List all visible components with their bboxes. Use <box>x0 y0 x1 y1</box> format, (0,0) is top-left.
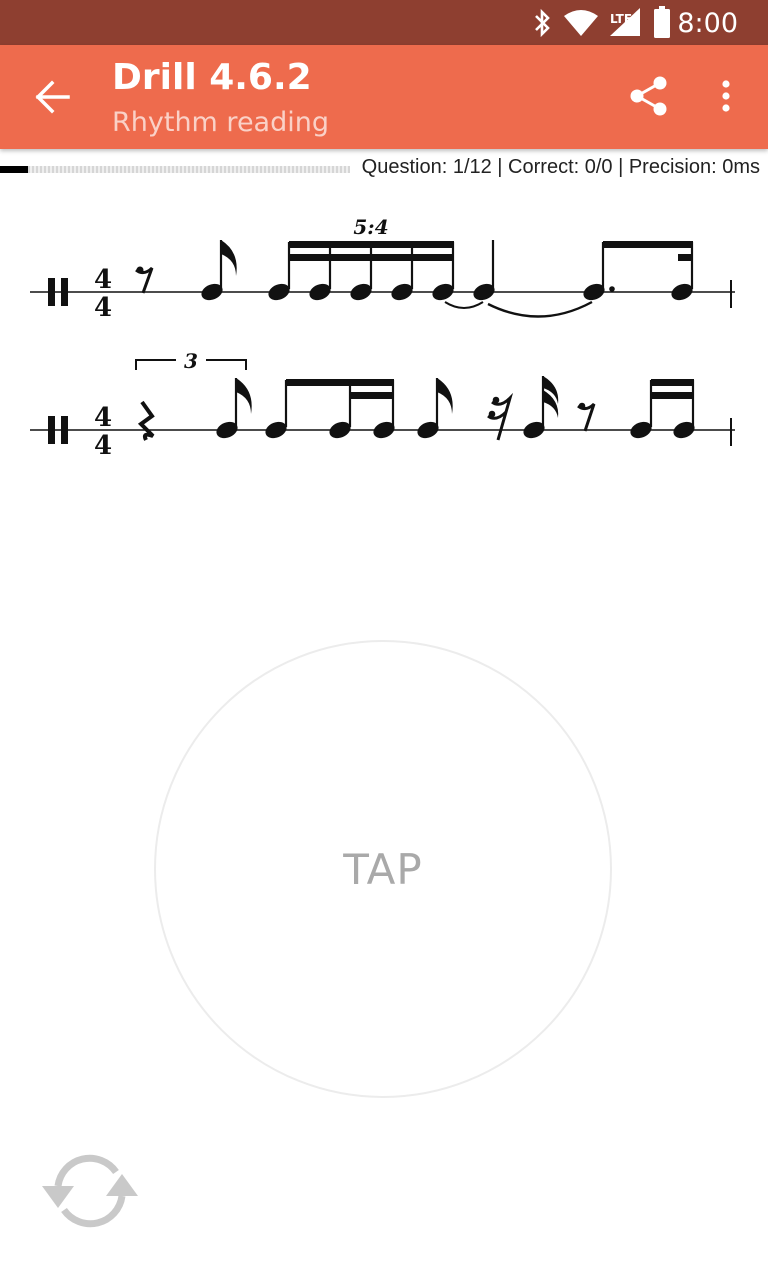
tuplet-label: 3 <box>184 349 198 373</box>
battery-icon <box>654 6 670 38</box>
tuplet-label: 5:4 <box>353 215 388 239</box>
time-sig-top: 4 <box>94 265 112 295</box>
sixteenth-rest <box>487 392 514 441</box>
eighth-note <box>414 378 453 442</box>
app-bar: Drill 4.6.2 Rhythm reading <box>0 45 768 149</box>
beamed-sixteenths <box>627 379 698 442</box>
bluetooth-icon <box>535 8 550 38</box>
staff-1: 4 4 5:4 <box>30 215 735 323</box>
tap-button[interactable]: TAP <box>154 640 612 1098</box>
wifi-icon <box>564 10 598 36</box>
dotted-eighth-sixteenth <box>580 241 696 304</box>
page-subtitle: Rhythm reading <box>112 107 329 138</box>
status-time: 8:00 <box>677 8 738 39</box>
eighth-note <box>213 378 252 442</box>
rhythm-score: 4 4 5:4 4 4 3 <box>30 215 735 461</box>
quarter-note <box>470 240 498 304</box>
beamed-group <box>262 379 398 442</box>
tie <box>444 301 484 309</box>
time-sig-top: 4 <box>94 403 112 433</box>
share-button[interactable] <box>620 67 678 125</box>
share-icon <box>630 76 667 116</box>
refresh-button[interactable] <box>38 1146 142 1236</box>
lte-signal-icon: LTE <box>610 8 640 36</box>
progress-fill <box>0 166 28 173</box>
back-button[interactable] <box>22 71 82 123</box>
sixteenth-note <box>520 376 559 442</box>
quarter-rest <box>137 400 155 441</box>
page-title: Drill 4.6.2 <box>112 57 312 98</box>
progress-bar <box>0 166 350 173</box>
tie <box>487 300 593 318</box>
time-signature: 4 4 <box>94 403 112 461</box>
staff-2: 4 4 3 <box>30 349 735 461</box>
arrow-left-icon <box>35 80 70 114</box>
more-vert-icon <box>722 80 730 112</box>
stats-text: Question: 1/12 | Correct: 0/0 | Precisio… <box>361 156 760 178</box>
eighth-note <box>198 240 237 304</box>
time-sig-bottom: 4 <box>94 293 112 323</box>
status-icons: LTE <box>535 6 670 38</box>
tap-label: TAP <box>343 844 423 894</box>
refresh-icon <box>42 1154 138 1228</box>
triplet-bracket: 3 <box>135 349 247 373</box>
quintuplet-group: 5:4 <box>265 215 457 304</box>
time-signature: 4 4 <box>94 265 112 323</box>
status-bar: LTE 8:00 <box>0 0 768 45</box>
overflow-menu-button[interactable] <box>704 67 748 125</box>
time-sig-bottom: 4 <box>94 431 112 461</box>
